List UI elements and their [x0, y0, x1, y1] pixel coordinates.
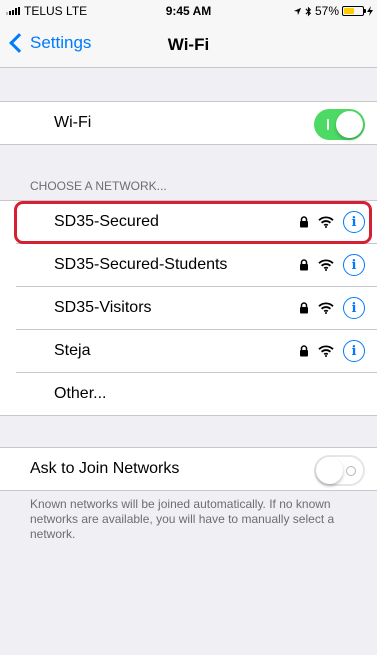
network-row[interactable]: SD35-Visitors i [0, 287, 377, 330]
network-icons: i [299, 254, 365, 276]
wifi-toggle[interactable] [314, 109, 365, 140]
status-right: 57% [293, 4, 373, 18]
network-row[interactable]: Steja i [0, 330, 377, 373]
page-title: Wi-Fi [167, 35, 210, 54]
other-network-row[interactable]: Other... [0, 373, 377, 416]
wifi-icon [318, 345, 334, 357]
wifi-toggle-row: Wi-Fi [0, 102, 377, 145]
ask-to-join-label: Ask to Join Networks [30, 460, 180, 477]
ask-to-join-description: Known networks will be joined automatica… [30, 497, 335, 541]
status-bar: TELUS LTE 9:45 AM 57% [0, 0, 377, 22]
section-header-networks: CHOOSE A NETWORK... [30, 179, 167, 193]
wifi-icon [318, 302, 334, 314]
ask-to-join-row: Ask to Join Networks [0, 448, 377, 491]
bluetooth-icon [305, 6, 312, 16]
other-network-label: Other... [54, 385, 107, 402]
battery-percent: 57% [314, 4, 339, 18]
lock-icon [300, 302, 308, 314]
network-icons: i [299, 211, 365, 233]
network-name: SD35-Secured [54, 213, 159, 230]
info-icon[interactable]: i [343, 340, 365, 362]
ask-to-join-toggle[interactable] [314, 455, 365, 486]
battery-icon [342, 6, 366, 16]
network-icons: i [299, 297, 365, 319]
wifi-icon [318, 216, 334, 228]
network-name: SD35-Secured-Students [54, 256, 228, 273]
navigation-bar: Settings Wi-Fi [0, 22, 377, 68]
lock-icon [300, 259, 308, 271]
lock-icon [300, 216, 308, 228]
wifi-icon [318, 259, 334, 271]
info-icon[interactable]: i [343, 211, 365, 233]
network-icons: i [299, 340, 365, 362]
wifi-label: Wi-Fi [54, 114, 92, 131]
info-icon[interactable]: i [343, 254, 365, 276]
network-name: Steja [54, 342, 91, 359]
charging-icon [367, 6, 373, 16]
lock-icon [300, 345, 308, 357]
network-name: SD35-Visitors [54, 299, 152, 316]
info-icon[interactable]: i [343, 297, 365, 319]
network-row[interactable]: SD35-Secured i [0, 201, 377, 244]
network-row[interactable]: SD35-Secured-Students i [0, 244, 377, 287]
location-icon [293, 7, 302, 15]
